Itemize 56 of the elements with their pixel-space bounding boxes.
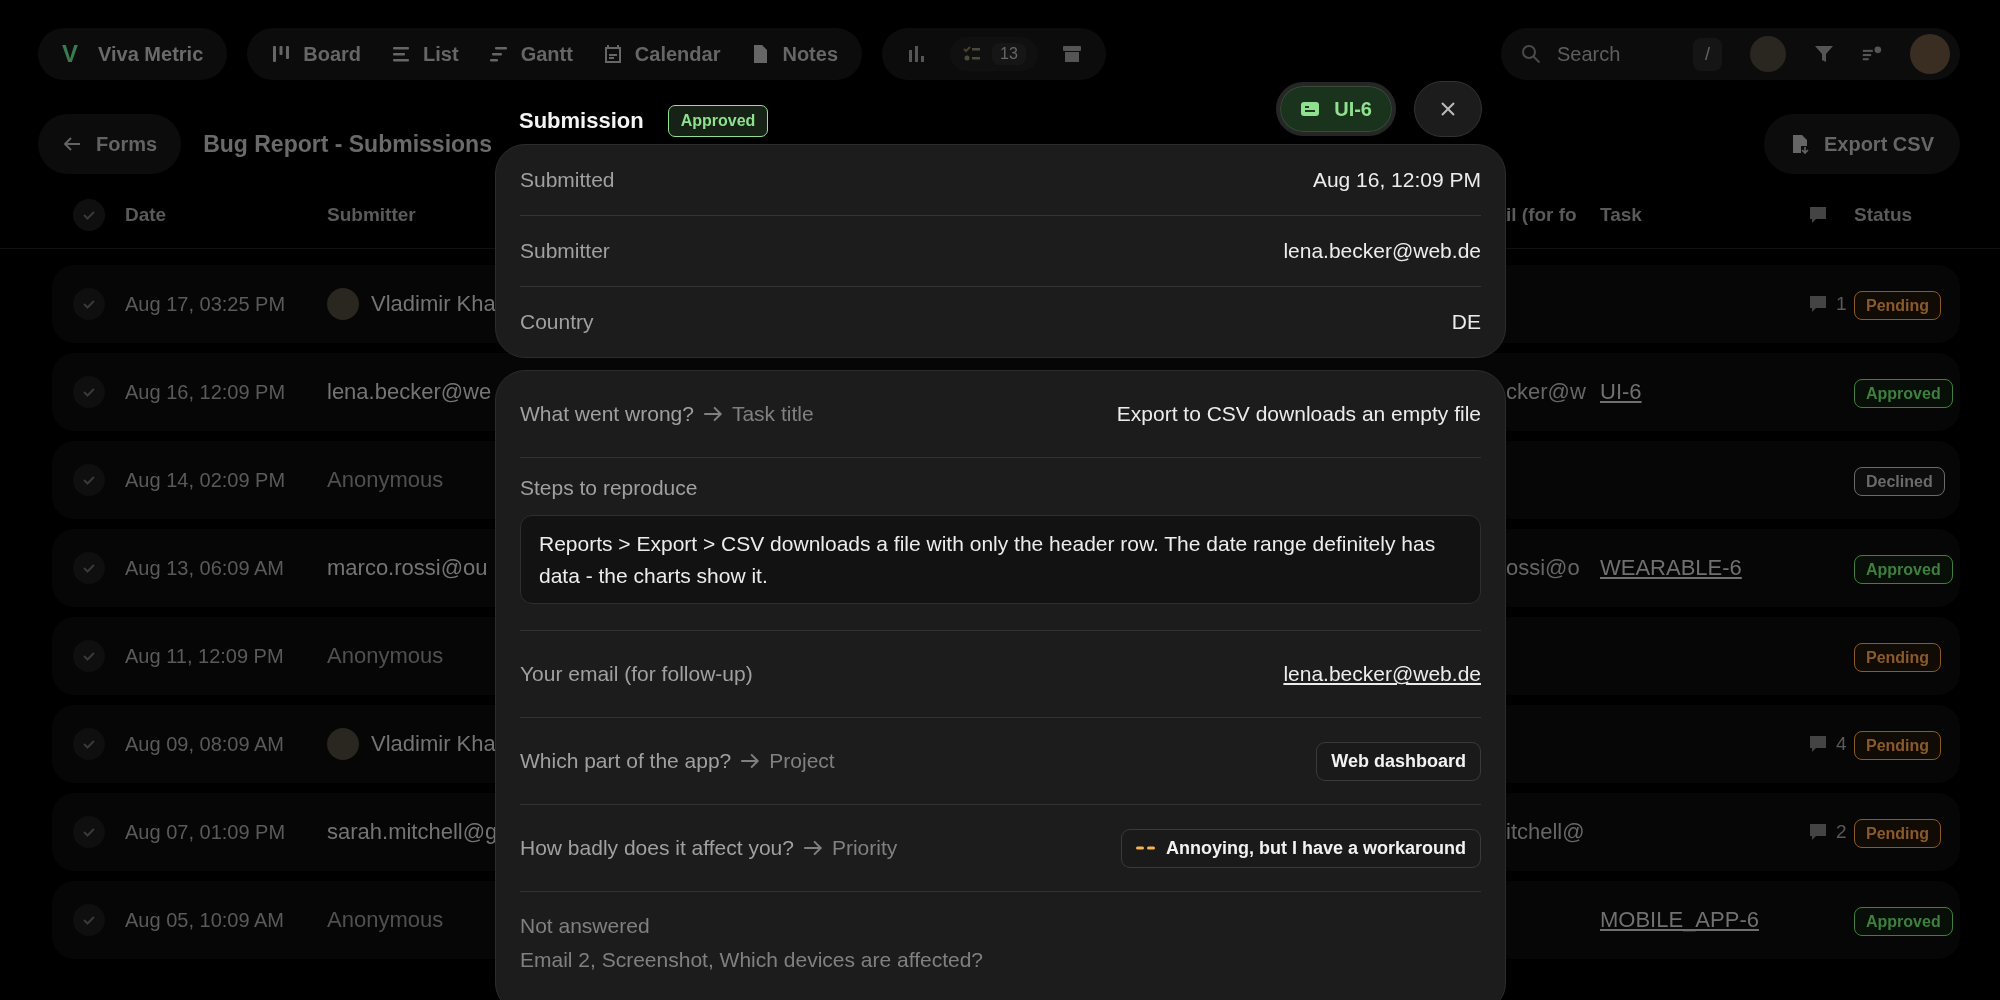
status-badge: Approved <box>1854 906 1953 936</box>
submitter-cell: marco.rossi@ou <box>327 555 488 581</box>
status-badge: Pending <box>1854 642 1942 672</box>
dialog-title: Submission <box>519 108 644 134</box>
date-cell: Aug 17, 03:25 PM <box>125 292 286 315</box>
mapped-field: Task title <box>731 402 814 426</box>
workspace-name: Viva Metric <box>98 42 204 66</box>
field-value: DE <box>1451 310 1481 334</box>
status-badge: Declined <box>1854 466 1945 496</box>
shortcut-key: / <box>1693 37 1722 71</box>
question-label: Which part of the app? <box>520 749 732 774</box>
field-value: lena.becker@web.de <box>1283 239 1481 263</box>
submitter-cell: lena.becker@we <box>327 379 492 405</box>
section-label: Not answered <box>520 914 651 939</box>
date-cell: Aug 14, 02:09 PM <box>125 468 286 491</box>
question-label: Steps to reproduce <box>520 475 699 501</box>
status-badge: Approved <box>1854 378 1953 408</box>
comment-count: 1 <box>1836 293 1847 315</box>
status-badge: Approved <box>1854 554 1953 584</box>
date-cell: Aug 16, 12:09 PM <box>125 380 286 403</box>
mapped-field: Project <box>769 749 835 774</box>
question-label: How badly does it affect you? <box>520 836 794 861</box>
answer-value: Export to CSV downloads an empty file <box>1116 402 1481 426</box>
status-badge: Pending <box>1854 290 1942 320</box>
email-cell: itchell@ <box>1506 819 1585 844</box>
status-badge: Pending <box>1854 730 1942 760</box>
email-cell: cker@w <box>1506 379 1586 404</box>
date-cell: Aug 11, 12:09 PM <box>125 644 284 667</box>
question-label: What went wrong? <box>520 402 694 426</box>
submitter-cell: Anonymous <box>327 467 444 493</box>
page-title: Bug Report - Submissions <box>203 130 492 158</box>
comment-count: 2 <box>1836 821 1847 843</box>
status-badge: Approved <box>667 105 769 137</box>
unanswered-fields: Email 2, Screenshot, Which devices are affected? <box>520 948 1481 973</box>
project-tag: Web dashboard <box>1316 741 1481 781</box>
submitter-cell: Anonymous <box>327 907 444 933</box>
submitter-cell: sarah.mitchell@g <box>327 819 498 845</box>
date-cell: Aug 13, 06:09 AM <box>125 556 284 579</box>
email-cell: ossi@o <box>1506 555 1580 580</box>
date-cell: Aug 07, 01:09 PM <box>125 820 286 843</box>
mapped-field: Priority <box>831 836 898 861</box>
submitter-cell: Anonymous <box>327 643 444 669</box>
date-cell: Aug 05, 10:09 AM <box>125 908 284 931</box>
answer-text: Reports > Export > CSV downloads a file with only the header row. The date range definitely has data - the charts show it. <box>520 515 1481 605</box>
logo: V <box>62 40 78 68</box>
question-label: Your email (for follow-up) <box>520 662 753 687</box>
date-cell: Aug 09, 08:09 AM <box>125 732 284 755</box>
submitter-cell: Vladimir Kha <box>371 291 496 317</box>
submitter-cell: Vladimir Kha <box>371 731 496 757</box>
field-label: Submitter <box>520 239 610 263</box>
field-label: Submitted <box>520 168 615 192</box>
field-label: Country <box>520 310 594 334</box>
status-badge: Pending <box>1854 818 1942 848</box>
comment-count: 4 <box>1836 733 1847 755</box>
priority-tag: Annoying, but I have a workaround <box>1120 828 1481 868</box>
field-value: Aug 16, 12:09 PM <box>1312 168 1481 192</box>
